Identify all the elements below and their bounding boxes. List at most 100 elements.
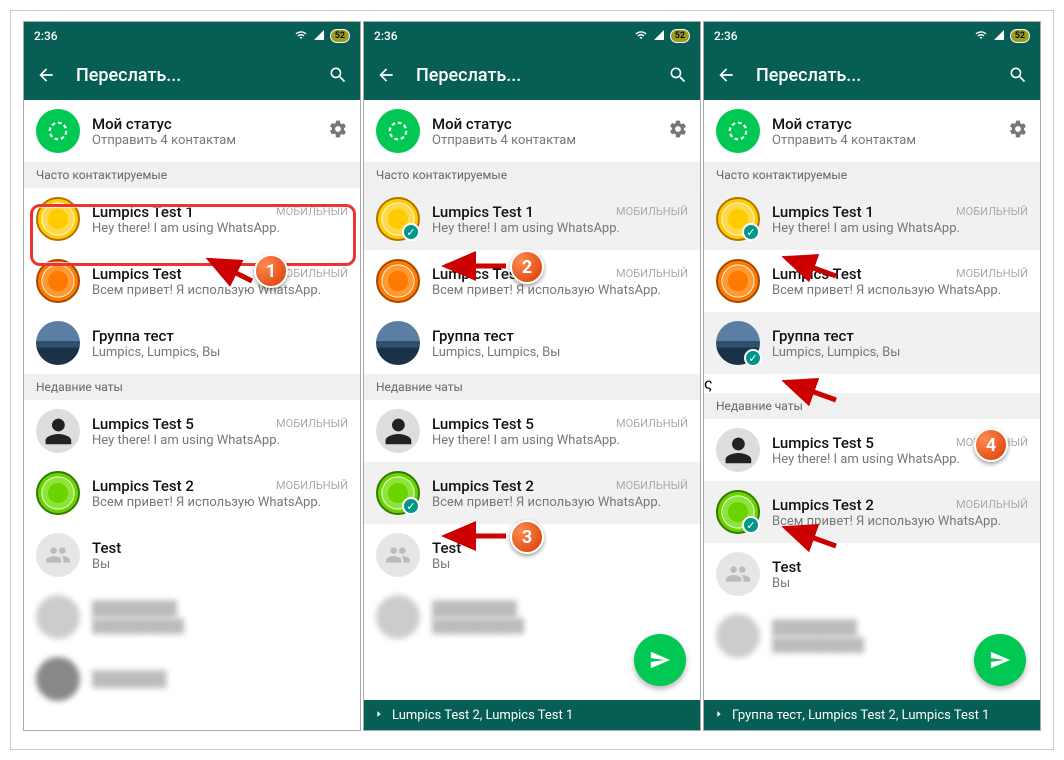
avatar: [716, 614, 760, 658]
check-icon: ✓: [744, 349, 762, 367]
screen-title: Переслать...: [76, 65, 308, 86]
contact-status: Всем привет! Я использую WhatsApp.: [92, 495, 348, 510]
avatar: ✓: [716, 490, 760, 534]
avatar: [716, 552, 760, 596]
back-icon[interactable]: [374, 63, 398, 87]
contact-row-test-group[interactable]: Test Вы: [24, 524, 360, 586]
send-button[interactable]: [634, 634, 686, 686]
search-icon[interactable]: [326, 63, 350, 87]
mobile-tag: МОБИЛЬНЫЙ: [616, 417, 688, 430]
section-frequent: Часто контактируемые: [704, 162, 1040, 188]
contact-row-lumpics-test-2[interactable]: ✓ Lumpics Test 2МОБИЛЬНЫЙВсем привет! Я …: [704, 481, 1040, 543]
contact-status: Всем привет! Я использую WhatsApp.: [772, 283, 1028, 298]
contact-row-group-test[interactable]: Группа тест Lumpics, Lumpics, Вы: [24, 312, 360, 374]
contact-status: Всем привет! Я использую WhatsApp.: [92, 283, 348, 298]
android-statusbar: 2:36 52: [364, 22, 700, 50]
back-icon[interactable]: [34, 63, 58, 87]
contact-status: Вы: [772, 576, 1028, 591]
contact-row-lumpics-test-1[interactable]: ✓ Lumpics Test 1 МОБИЛЬНЫЙ Hey there! I am…: [364, 188, 700, 250]
selected-names: Lumpics Test 2, Lumpics Test 1: [392, 708, 573, 723]
section-recent: Недавние чаты: [24, 374, 360, 400]
contact-name: Lumpics Test 1: [432, 203, 534, 221]
gear-icon[interactable]: [328, 119, 348, 143]
contact-row-lumpics-test-1[interactable]: ✓ Lumpics Test 1МОБИЛЬНЫЙHey there! I am…: [704, 188, 1040, 250]
status-ring-icon: [36, 109, 80, 153]
contact-row-group-test[interactable]: ✓ Группа тестLumpics, Lumpics, Вы: [704, 312, 1040, 374]
mobile-tag: МОБИЛЬНЫЙ: [616, 205, 688, 218]
contact-row-group-test[interactable]: Группа тестLumpics, Lumpics, Вы: [364, 312, 700, 374]
contact-row-lumpics-test-2[interactable]: Lumpics Test 2МОБИЛЬНЫЙ Всем привет! Я и…: [24, 462, 360, 524]
section-recent: Недавние чаты: [704, 393, 1040, 419]
gear-icon[interactable]: [668, 119, 688, 143]
avatar: [36, 533, 80, 577]
avatar: [36, 595, 80, 639]
contact-name: Lumpics Test 2: [432, 477, 534, 495]
my-status-row[interactable]: Мой статусОтправить 4 контактам: [364, 100, 700, 162]
contact-row-lumpics-test-5[interactable]: Lumpics Test 5МОБИЛЬНЫЙ Hey there! I am …: [24, 400, 360, 462]
contact-row-test-group[interactable]: TestВы: [704, 543, 1040, 605]
contact-row-lumpics-test-2[interactable]: ✓ Lumpics Test 2МОБИЛЬНЫЙВсем привет! Я …: [364, 462, 700, 524]
mobile-tag: МОБИЛЬНЫЙ: [956, 267, 1028, 280]
contact-row-blurred[interactable]: ███████: [24, 648, 360, 710]
avatar: ✓: [716, 321, 760, 365]
search-icon[interactable]: [666, 63, 690, 87]
android-statusbar: 2:36 52: [24, 22, 360, 50]
contact-name: Lumpics Test 1: [92, 203, 194, 221]
avatar: ✓: [376, 197, 420, 241]
contact-row-blurred[interactable]: ██████████████████: [24, 586, 360, 648]
avatar: [36, 259, 80, 303]
contact-status: Lumpics, Lumpics, Вы: [92, 345, 348, 360]
status-title: Мой статус: [432, 115, 668, 133]
contact-row-lumpics-test-5[interactable]: Lumpics Test 5МОБИЛЬНЫЙHey there! I am u…: [704, 419, 1040, 481]
status-ring-icon: [716, 109, 760, 153]
status-ring-icon: [376, 109, 420, 153]
mobile-tag: МОБИЛЬНЫЙ: [616, 267, 688, 280]
avatar: [376, 321, 420, 365]
phone-screen-3: 2:36 52 Переслать... Мой статусОтправить…: [703, 21, 1041, 731]
contact-name: Lumpics Test: [432, 265, 522, 283]
section-frequent: Часто контактируемые: [364, 162, 700, 188]
contact-row-lumpics-test[interactable]: Lumpics TestМОБИЛЬНЫЙ Всем привет! Я исп…: [24, 250, 360, 312]
app-header: Переслать...: [364, 50, 700, 100]
contact-row-lumpics-test-5[interactable]: Lumpics Test 5МОБИЛЬНЫЙHey there! I am u…: [364, 400, 700, 462]
contact-row-lumpics-test[interactable]: Lumpics TestМОБИЛЬНЫЙВсем привет! Я испо…: [704, 250, 1040, 312]
wifi-icon: [974, 29, 988, 44]
contact-row-lumpics-test[interactable]: Lumpics Test МОБИЛЬНЫЙ Всем привет! Я испо…: [364, 250, 700, 312]
contact-status: Всем привет! Я использую WhatsApp.: [432, 283, 688, 298]
status-title: Мой статус: [772, 115, 1008, 133]
search-icon[interactable]: [1006, 63, 1030, 87]
contact-name: Lumpics Test 5: [772, 434, 874, 452]
avatar: [36, 409, 80, 453]
check-icon: ✓: [402, 223, 420, 241]
contact-name: Lumpics Test 2: [772, 496, 874, 514]
status-title: Мой статус: [92, 115, 328, 133]
contact-status: Hey there! I am using WhatsApp.: [92, 221, 348, 236]
avatar: [36, 197, 80, 241]
avatar: [36, 321, 80, 365]
mobile-tag: МОБИЛЬНЫЙ: [276, 417, 348, 430]
avatar: [36, 657, 80, 701]
contact-status: Hey there! I am using WhatsApp.: [772, 221, 1028, 236]
app-header: Переслать...: [704, 50, 1040, 100]
avatar: ✓: [376, 471, 420, 515]
contact-name: Группа тест: [92, 327, 348, 345]
selected-names: Группа тест, Lumpics Test 2, Lumpics Tes…: [732, 708, 989, 723]
send-button[interactable]: [974, 634, 1026, 686]
contact-name: Группа тест: [772, 327, 1028, 345]
avatar: [376, 259, 420, 303]
contact-row-test-group[interactable]: TestВы: [364, 524, 700, 586]
check-icon: ✓: [742, 223, 760, 241]
gear-icon[interactable]: [1008, 119, 1028, 143]
avatar: ✓: [716, 197, 760, 241]
mobile-tag: МОБИЛЬНЫЙ: [956, 205, 1028, 218]
my-status-row[interactable]: Мой статус Отправить 4 контактам: [24, 100, 360, 162]
back-icon[interactable]: [714, 63, 738, 87]
android-statusbar: 2:36 52: [704, 22, 1040, 50]
contact-name: Test: [772, 558, 1028, 576]
contact-row-lumpics-test-1[interactable]: Lumpics Test 1МОБИЛЬНЫЙ Hey there! I am …: [24, 188, 360, 250]
chevron-right-icon: [714, 708, 724, 723]
selection-footer: Группа тест, Lumpics Test 2, Lumpics Tes…: [704, 700, 1040, 730]
my-status-row[interactable]: Мой статусОтправить 4 контактам: [704, 100, 1040, 162]
selection-footer: Lumpics Test 2, Lumpics Test 1: [364, 700, 700, 730]
contact-status: Hey there! I am using WhatsApp.: [432, 221, 688, 236]
